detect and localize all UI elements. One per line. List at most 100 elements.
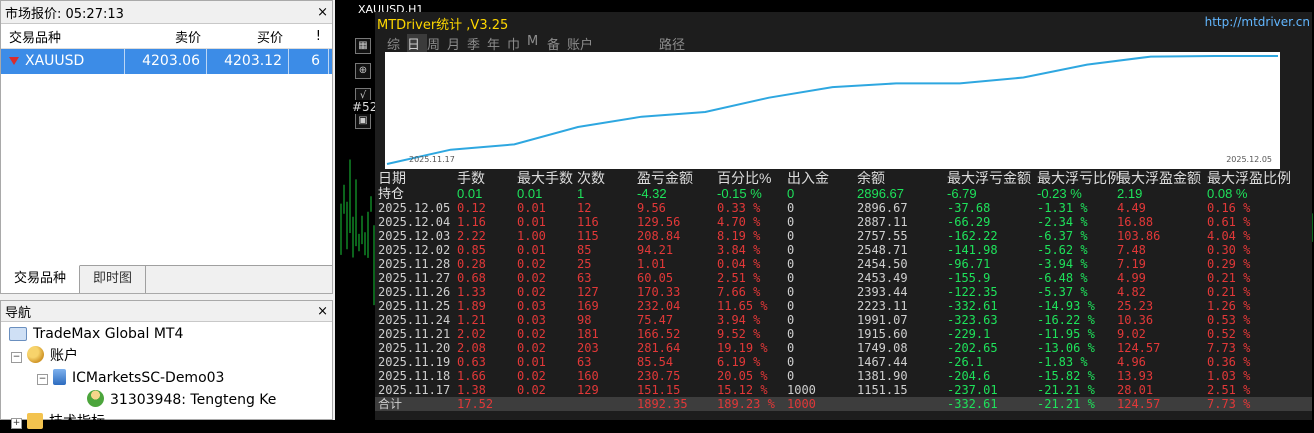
table-cell: 2896.67: [857, 201, 908, 215]
table-cell: -21.21 %: [1037, 383, 1095, 397]
table-cell: 0.08 %: [1207, 186, 1248, 201]
table-cell: 124.57: [1117, 341, 1161, 355]
table-cell: 7.73 %: [1207, 397, 1251, 411]
table-cell: 7.19: [1117, 257, 1146, 271]
tab-symbol[interactable]: 巾: [507, 34, 527, 53]
tab-monthly[interactable]: 月: [447, 34, 467, 53]
table-row: 2025.11.19 0.63 0.01 63 85.54 6.19 % 0 1467.44 -…: [375, 355, 1312, 369]
table-cell: 0: [787, 257, 795, 271]
close-icon[interactable]: ×: [317, 304, 328, 319]
table-cell: 0: [787, 355, 795, 369]
table-cell: 7.48: [1117, 243, 1146, 257]
table-cell: 2025.11.19: [378, 355, 451, 369]
table-cell: 7.66 %: [717, 285, 761, 299]
table-cell: 2453.49: [857, 271, 908, 285]
table-cell: 181: [577, 327, 599, 341]
tab-tick-chart[interactable]: 即时图: [80, 266, 147, 293]
collapse-icon[interactable]: −: [37, 374, 48, 385]
table-cell: 0.21 %: [1207, 285, 1251, 299]
close-icon[interactable]: ×: [317, 5, 328, 20]
column-header-symbol[interactable]: 交易品种: [1, 27, 125, 46]
tab-account[interactable]: 账户: [567, 34, 601, 53]
column-header-ask[interactable]: 买价: [207, 27, 289, 46]
table-cell: 2025.11.20: [378, 341, 451, 355]
tab-yearly[interactable]: 年: [487, 34, 507, 53]
table-cell: 85: [577, 243, 592, 257]
table-cell: -14.93 %: [1037, 299, 1095, 313]
table-cell: 103.86: [1117, 229, 1161, 243]
tree-item-terminal[interactable]: TradeMax Global MT4: [9, 323, 183, 345]
tab-symbols[interactable]: 交易品种: [1, 265, 81, 293]
table-cell: 最大浮盈金额: [1117, 170, 1201, 186]
table-cell: -323.63: [947, 313, 998, 327]
stats-url-link[interactable]: http://mtdriver.cn: [1205, 15, 1310, 29]
table-cell: 0.16 %: [1207, 201, 1251, 215]
symbol-name: XAUUSD: [25, 53, 85, 69]
table-cell: -96.71: [947, 257, 991, 271]
table-header: 日期 手数 最大手数 次数 盈亏金额 百分比% 出入金 余额 最大浮亏金额 最大浮亏比例 最大浮盈金…: [375, 169, 1312, 187]
spread-value: 6: [289, 49, 329, 74]
table-cell: -332.61: [947, 397, 998, 411]
table-cell: 1.33: [457, 285, 486, 299]
tree-item-server[interactable]: − ICMarketsSC-Demo03: [37, 367, 224, 389]
tree-item-label: 31303948: Tengteng Ke: [110, 392, 277, 408]
column-header-bid[interactable]: 卖价: [125, 27, 207, 46]
table-cell: 0: [787, 313, 795, 327]
table-cell: 日期: [378, 170, 406, 186]
table-cell: 0.04 %: [717, 257, 761, 271]
equity-curve-chart: 2025.11.17 2025.12.05: [385, 52, 1280, 169]
stats-title: MTDriver统计 ,V3.25: [377, 18, 509, 33]
navigator-window: 导航 × TradeMax Global MT4 − 账户 − ICMarketsS…: [0, 300, 333, 430]
tab-notes[interactable]: 备: [547, 34, 567, 53]
table-cell: 1892.35: [637, 397, 688, 411]
tab-magic[interactable]: M: [527, 34, 547, 53]
table-row: 2025.11.24 1.21 0.03 98 75.47 3.94 % 0 1991.07 -…: [375, 313, 1312, 327]
table-cell: 63: [577, 271, 592, 285]
table-row: 2025.12.03 2.22 1.00 115 208.84 8.19 % 0 2757.5…: [375, 229, 1312, 243]
collapse-icon[interactable]: −: [11, 352, 22, 363]
table-cell: 0.28: [457, 257, 486, 271]
table-cell: 最大手数: [517, 170, 573, 186]
chart-bars-icon[interactable]: ▦: [355, 38, 371, 54]
table-cell: 1749.08: [857, 341, 908, 355]
tree-item-indicators[interactable]: + 技术指标: [11, 411, 105, 433]
table-cell: 1381.90: [857, 369, 908, 383]
zoom-icon[interactable]: ⊕: [355, 63, 371, 79]
table-cell: 13.93: [1117, 369, 1154, 383]
table-cell: 60.05: [637, 271, 674, 285]
terminal-icon: [9, 327, 27, 341]
table-cell: 0.02: [517, 369, 546, 383]
table-cell: -204.6: [947, 369, 991, 383]
table-cell: 4.04 %: [1207, 229, 1251, 243]
price-down-icon: [9, 57, 19, 65]
table-cell: 2.02: [457, 327, 486, 341]
table-cell: 0: [787, 271, 795, 285]
table-cell: 0: [787, 341, 795, 355]
table-cell: 116: [577, 215, 599, 229]
server-icon: [53, 369, 66, 385]
tree-item-accounts[interactable]: − 账户: [11, 345, 78, 367]
table-cell: 6.19 %: [717, 355, 761, 369]
symbol-row[interactable]: XAUUSD 4203.06 4203.12 6: [1, 49, 332, 74]
table-cell: 203: [577, 341, 599, 355]
tree-item-account[interactable]: 31303948: Tengteng Ke: [87, 389, 276, 411]
table-cell: 0.52 %: [1207, 327, 1251, 341]
table-cell: 2393.44: [857, 285, 908, 299]
tab-summary[interactable]: 综: [387, 34, 407, 53]
tab-weekly[interactable]: 周: [427, 34, 447, 53]
table-cell: 0: [787, 215, 795, 229]
table-cell: 0.02: [517, 257, 546, 271]
tab-path[interactable]: 路径: [659, 34, 699, 53]
table-cell: 合计: [378, 397, 403, 411]
table-cell: -155.9: [947, 271, 991, 285]
tab-quarterly[interactable]: 季: [467, 34, 487, 53]
column-header-spread[interactable]: !: [289, 29, 329, 44]
table-cell: 百分比%: [717, 170, 772, 186]
table-cell: -6.37 %: [1037, 229, 1088, 243]
table-cell: 2.51 %: [1207, 383, 1251, 397]
toolbox-icon[interactable]: ▣: [355, 113, 371, 129]
table-cell: 124.57: [1117, 397, 1161, 411]
table-cell: -141.98: [947, 243, 998, 257]
table-cell: 12: [577, 201, 592, 215]
tab-daily[interactable]: 日: [407, 34, 427, 53]
